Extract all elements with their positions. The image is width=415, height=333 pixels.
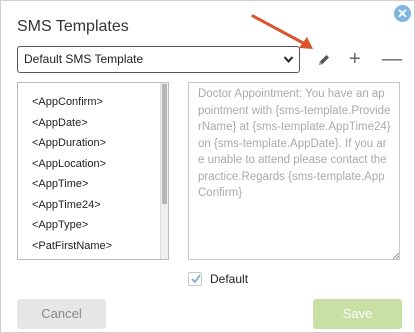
list-scrollbar[interactable] — [160, 83, 168, 259]
placeholder-item[interactable]: <AppConfirm> — [32, 92, 137, 113]
default-checkbox[interactable] — [188, 272, 202, 286]
plus-icon[interactable]: + — [349, 49, 361, 69]
default-label: Default — [210, 272, 249, 286]
save-button[interactable]: Save — [313, 299, 402, 329]
template-select-value: Default SMS Template — [24, 52, 144, 66]
template-select[interactable]: Default SMS Template — [17, 46, 300, 73]
placeholder-item[interactable]: <AppType> — [32, 215, 137, 236]
minus-icon[interactable]: — — [382, 49, 402, 69]
placeholder-item[interactable]: <PatFullName> — [32, 256, 137, 259]
placeholder-list[interactable]: <AppConfirm> <AppDate> <AppDuration> <AppLo… — [17, 82, 169, 260]
placeholder-item[interactable]: <AppDuration> — [32, 133, 137, 154]
placeholder-item[interactable]: <AppLocation> — [32, 154, 137, 175]
resize-handle-icon[interactable] — [393, 253, 399, 259]
placeholder-item[interactable]: <AppTime> — [32, 174, 137, 195]
message-textarea[interactable]: Doctor Appointment: You have an appointm… — [188, 82, 400, 260]
list-scrollbar-thumb[interactable] — [162, 84, 167, 204]
placeholder-item[interactable]: <AppDate> — [32, 113, 137, 134]
close-icon[interactable]: ✕ — [394, 5, 411, 22]
placeholder-item[interactable]: <PatFirstName> — [32, 236, 137, 257]
pencil-icon[interactable] — [315, 51, 333, 69]
dialog-title: SMS Templates — [17, 18, 129, 35]
checkmark-icon — [191, 274, 201, 284]
chevron-down-icon — [283, 47, 294, 82]
cancel-button[interactable]: Cancel — [17, 299, 106, 329]
placeholder-item[interactable]: <AppTime24> — [32, 195, 137, 216]
sms-templates-dialog: ✕ SMS Templates Default SMS Template + —… — [0, 0, 415, 333]
